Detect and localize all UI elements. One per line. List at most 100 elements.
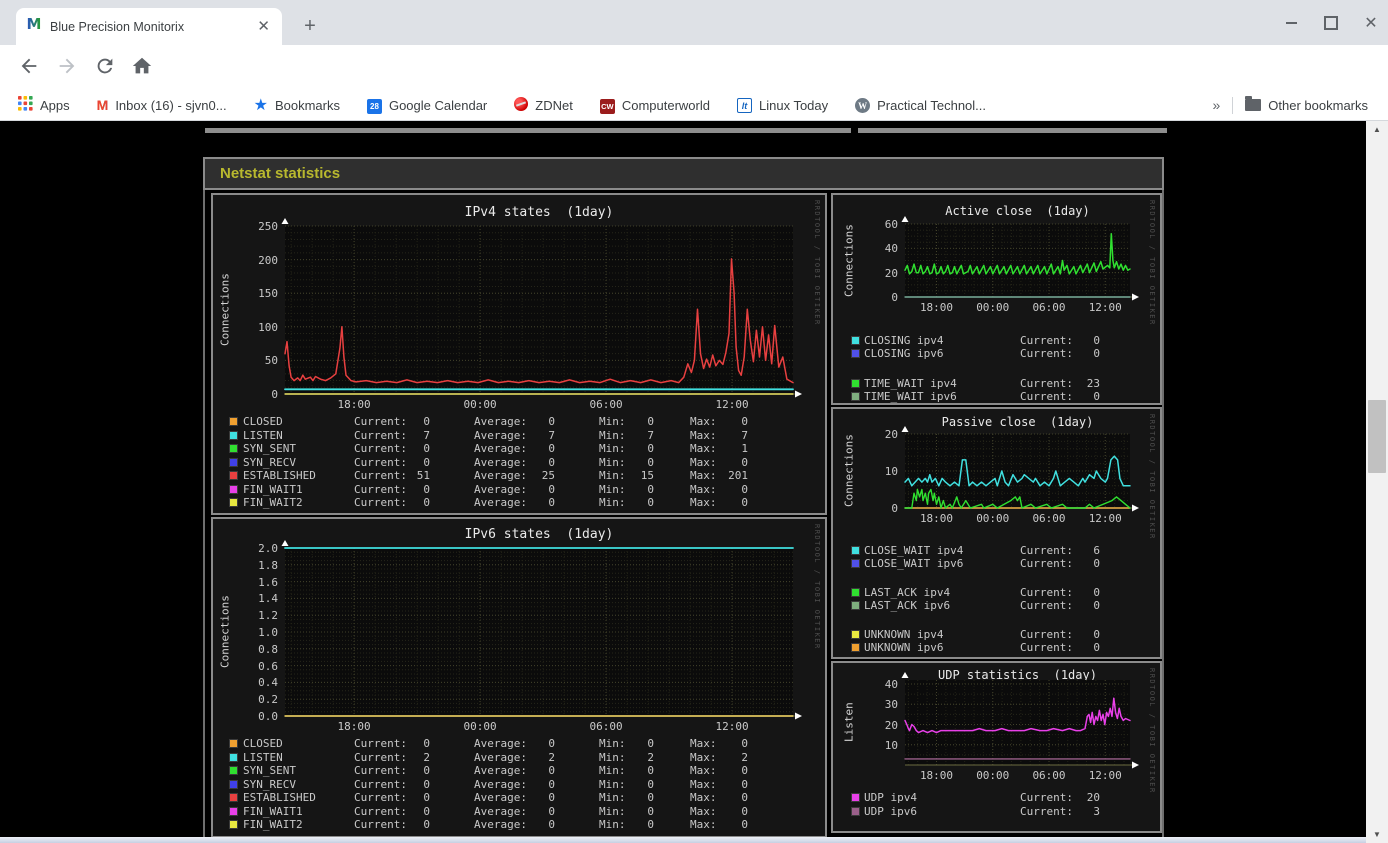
legend-swatch [851,349,860,358]
bookmark-google-calendar[interactable]: 28 Google Calendar [366,97,488,114]
bookmark-practical-technol[interactable]: W Practical Technol... [855,97,986,114]
legend-value: 1 [741,442,748,455]
legend-value: 0 [741,737,748,750]
tab-title: Blue Precision Monitorix [50,19,185,34]
legend-value: 0 [647,455,654,469]
legend-value: 0 [423,791,430,804]
legend-swatch [851,379,860,388]
legend-value: 7 [647,428,654,442]
legend-value: 7 [423,428,430,442]
legend-swatch [851,546,860,555]
legend-value: 0 [647,415,654,428]
y-tick: 0.8 [258,642,278,656]
y-tick: 1.4 [258,592,278,606]
bookmark-linux-today[interactable]: lt Linux Today [736,97,828,114]
scroll-down-arrow[interactable]: ▼ [1366,826,1388,843]
chart-ipv6-states: IPv6 states (1day) RRDTOOL / TOBI OETIKER… [211,517,827,838]
home-button[interactable] [131,55,156,80]
new-tab-button[interactable]: + [296,12,324,40]
bookmarks-overflow-chevron[interactable]: » [1213,97,1221,113]
legend-value: 0 [741,482,748,496]
minimize-button[interactable] [1284,16,1298,30]
monitorix-favicon: M [26,15,42,37]
legend-swatch [229,820,238,829]
legend-value: 0 [423,496,430,509]
legend-label: CLOSED [243,737,283,750]
legend-label: TIME_WAIT ipv6 [864,390,957,403]
legend-value: 7 [548,428,555,442]
legend-label: ESTABLISHED [243,791,316,804]
scrollbar-thumb[interactable] [1368,400,1386,473]
bookmark-zdnet[interactable]: ZDNet [514,96,573,114]
tab-close-icon[interactable]: ✕ [255,19,272,34]
tab-strip: M Blue Precision Monitorix ✕ + ✕ [0,0,1388,45]
close-window-button[interactable]: ✕ [1364,15,1378,32]
maximize-button[interactable] [1324,15,1338,30]
y-axis-label: Connections [842,224,856,297]
legend-swatch [851,643,860,652]
legend-swatch [851,392,860,401]
bookmark-label: Apps [40,97,70,113]
legend-value: 0 [423,818,430,831]
legend-swatch [229,430,238,440]
bookmark-bookmarks[interactable]: ★ Bookmarks [254,95,340,115]
legend-value: 0 [647,791,654,804]
scroll-up-arrow[interactable]: ▲ [1366,121,1388,138]
linux-today-icon: lt [736,97,752,114]
legend-value: 0 [548,496,555,509]
bookmark-label: Practical Technol... [877,97,987,113]
legend-label: FIN_WAIT2 [243,818,303,831]
legend-swatch [851,793,860,802]
legend-value: 0 [548,482,555,496]
browser-tab[interactable]: M Blue Precision Monitorix ✕ [16,8,282,45]
legend-label: CLOSE_WAIT ipv6 [864,557,964,570]
back-button[interactable] [18,55,43,80]
forward-button[interactable] [56,55,81,80]
y-tick: 200 [258,253,278,267]
y-tick: 0.0 [258,710,278,723]
legend-label: LISTEN [243,428,283,442]
other-bookmarks[interactable]: Other bookmarks [1245,96,1368,113]
legend-label: CLOSE_WAIT ipv4 [864,544,964,557]
legend-value: 0 [741,804,748,818]
legend-swatch [229,417,238,426]
legend-value: 0 [647,482,654,496]
legend-value: 0 [423,482,430,496]
y-tick: 1.8 [258,558,278,572]
bookmark-inbox-16-sjvn0[interactable]: M Inbox (16) - sjvn0... [97,97,227,113]
legend-value: 0 [1093,599,1100,612]
legend-label: SYN_RECV [243,455,296,469]
legend-value: 0 [423,455,430,469]
legend-value: 0 [1093,586,1100,599]
legend-label: FIN_WAIT2 [243,496,303,509]
y-tick: 10 [884,738,898,752]
bookmark-label: Google Calendar [388,97,488,113]
legend-value: 0 [647,818,654,831]
scrollbar[interactable]: ▲ ▼ [1366,121,1388,843]
bookmark-computerworld[interactable]: CW Computerworld [599,97,710,114]
y-tick: 1.6 [258,575,278,589]
legend-label: LISTEN [243,750,283,764]
legend-swatch [229,484,238,494]
legend-swatch [229,806,238,816]
rrdtool-watermark: RRDTOOL / TOBI OETIKER [1148,200,1156,326]
legend-value: 0 [1093,390,1100,403]
chart-udp-statistics: UDP statistics (1day) RRDTOOL / TOBI OETI… [831,661,1162,833]
legend-value: 0 [548,791,555,804]
legend-value: 23 [1086,377,1100,390]
zdnet-icon [514,96,529,114]
bookmark-label: Bookmarks [274,97,340,113]
y-tick: 20 [884,428,898,441]
legend-value: 0 [423,777,430,791]
y-tick: 40 [884,242,898,256]
y-tick: 20 [884,718,898,732]
legend-swatch [229,793,238,802]
bookmark-apps[interactable]: Apps [18,96,70,114]
legend-value: 3 [1093,804,1100,818]
reload-button[interactable] [94,55,119,80]
legend-value: 0 [647,442,654,455]
legend-swatch [229,752,238,762]
bookmark-items: Apps M Inbox (16) - sjvn0... ★ Bookmarks 28 Go… [18,95,986,115]
legend-label: FIN_WAIT1 [243,482,303,496]
legend-value: 2 [548,750,555,764]
